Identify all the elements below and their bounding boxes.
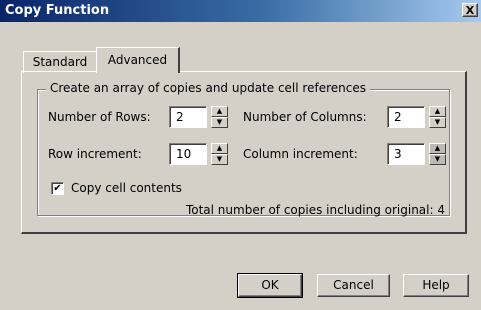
copy-contents-checkbox[interactable]: ✔ (51, 182, 64, 195)
row-increment-label: Row increment: (48, 147, 142, 161)
columns-up-icon[interactable]: ▲ (429, 106, 446, 117)
ok-button-label: OK (261, 278, 279, 292)
title-bar: Copy Function X (0, 0, 481, 22)
row-increment-input[interactable]: 10 (169, 143, 207, 165)
tab-standard-label: Standard (32, 55, 88, 69)
tab-standard[interactable]: Standard (23, 51, 97, 73)
columns-input[interactable]: 2 (387, 106, 425, 128)
ok-button[interactable]: OK (237, 273, 303, 298)
total-copies-text: Total number of copies including origina… (185, 203, 445, 217)
column-increment-label: Column increment: (243, 147, 358, 161)
close-icon: X (465, 4, 475, 17)
group-title: Create an array of copies and update cel… (46, 81, 370, 95)
column-increment-input[interactable]: 3 (387, 143, 425, 165)
copy-contents-label[interactable]: Copy cell contents (71, 181, 182, 195)
rows-down-icon[interactable]: ▼ (211, 117, 228, 128)
columns-label: Number of Columns: (243, 110, 367, 124)
help-button[interactable]: Help (403, 274, 469, 297)
window-title: Copy Function (5, 3, 110, 18)
rows-up-icon[interactable]: ▲ (211, 106, 228, 117)
column-increment-down-icon[interactable]: ▼ (429, 154, 446, 165)
columns-down-icon[interactable]: ▼ (429, 117, 446, 128)
columns-spinner: ▲ ▼ (429, 106, 446, 128)
column-increment-up-icon[interactable]: ▲ (429, 143, 446, 154)
tab-advanced-label: Advanced (107, 53, 168, 67)
advanced-tab-panel: Create an array of copies and update cel… (21, 71, 467, 234)
cancel-button[interactable]: Cancel (317, 274, 390, 297)
rows-input[interactable]: 2 (169, 106, 207, 128)
row-increment-up-icon[interactable]: ▲ (211, 143, 228, 154)
help-button-label: Help (422, 278, 450, 292)
rows-spinner: ▲ ▼ (211, 106, 228, 128)
column-increment-spinner: ▲ ▼ (429, 143, 446, 165)
rows-label: Number of Rows: (48, 110, 151, 124)
cancel-button-label: Cancel (333, 278, 374, 292)
row-increment-down-icon[interactable]: ▼ (211, 154, 228, 165)
check-icon: ✔ (53, 183, 62, 194)
row-increment-spinner: ▲ ▼ (211, 143, 228, 165)
copy-array-group: Create an array of copies and update cel… (37, 81, 450, 217)
tab-advanced[interactable]: Advanced (96, 47, 180, 73)
close-button[interactable]: X (462, 3, 478, 17)
